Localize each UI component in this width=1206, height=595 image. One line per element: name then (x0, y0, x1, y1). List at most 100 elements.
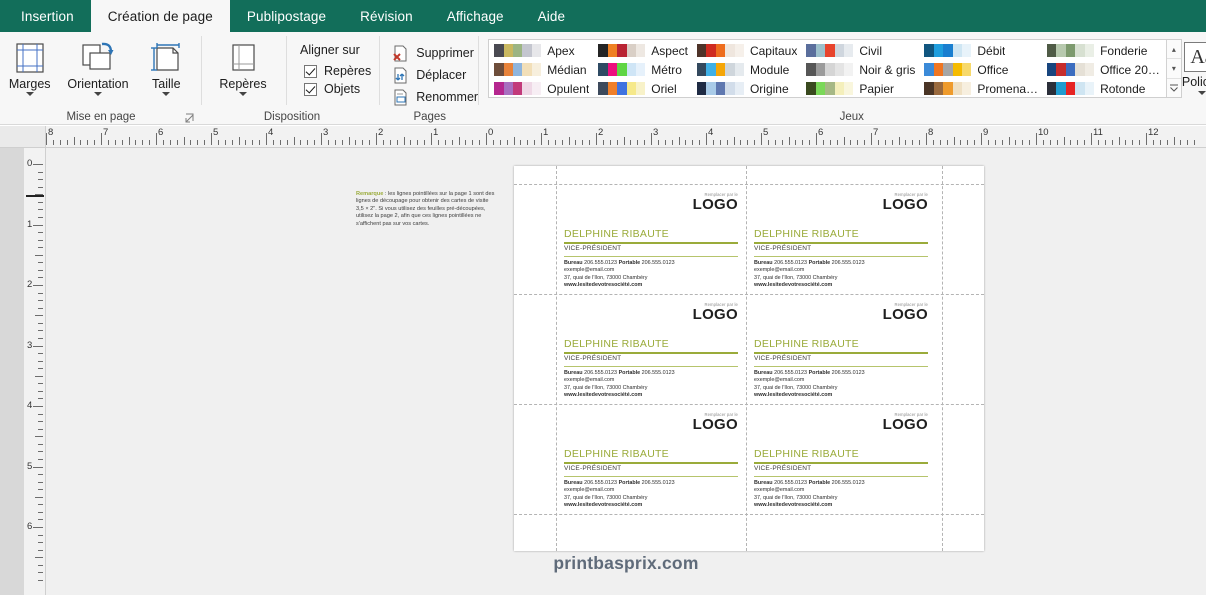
ruler-tick (211, 133, 212, 145)
checkbox-guides-icon[interactable] (304, 64, 317, 78)
fonts-button[interactable]: Aa Polices (1182, 34, 1206, 95)
ruler-minor-tick (38, 300, 43, 302)
logo-placeholder[interactable]: Remplacer par le LOGO (883, 192, 928, 212)
ruler-minor-tick (224, 140, 226, 145)
size-caret-icon[interactable] (162, 92, 171, 96)
theme-item[interactable]: Métro (595, 60, 694, 79)
business-card[interactable]: Remplacer par le LOGO DELPHINE RIBAUTE VICE… (556, 184, 746, 294)
tab-affichage[interactable]: Affichage (430, 0, 521, 32)
theme-item[interactable]: Office 20… (1044, 60, 1166, 79)
ruler-minor-tick (609, 140, 611, 145)
tab-publipostage[interactable]: Publipostage (230, 0, 343, 32)
theme-item[interactable]: Fonderie (1044, 41, 1166, 60)
orientation-caret-icon[interactable] (93, 92, 102, 96)
theme-gallery[interactable]: Apex Médian Opulent Aspect Métro Oriel Capitau… (488, 39, 1182, 98)
ruler-tick (541, 133, 542, 145)
ruler-minor-tick (967, 140, 969, 145)
ruler-minor-tick (38, 201, 43, 203)
guides-caret-icon[interactable] (239, 92, 247, 96)
tab-aide[interactable]: Aide (521, 0, 582, 32)
ruler-minor-tick (38, 428, 43, 430)
business-card[interactable]: Remplacer par le LOGO DELPHINE RIBAUTE VICE… (556, 404, 746, 514)
logo-placeholder[interactable]: Remplacer par le LOGO (883, 412, 928, 432)
ribbon-group-mise-en-page: Marges Orientation Taille Mise en page (0, 32, 202, 124)
ruler-tick (761, 133, 762, 145)
ruler-minor-tick (38, 186, 43, 188)
theme-item[interactable]: Origine (694, 79, 803, 98)
ruler-minor-tick (38, 564, 43, 566)
ribbon-group-disposition: Repères Disposition (202, 32, 320, 124)
theme-item[interactable]: Débit (921, 41, 1044, 60)
theme-item[interactable]: Office (921, 60, 1044, 79)
checkbox-row-guides[interactable]: Repères (304, 64, 371, 78)
theme-item[interactable]: Opulent (491, 79, 595, 98)
ruler-minor-tick (238, 137, 240, 145)
theme-label: Médian (547, 62, 587, 77)
logo-placeholder[interactable]: Remplacer par le LOGO (693, 412, 738, 432)
cut-line-horizontal (514, 514, 984, 515)
margins-caret-icon[interactable] (25, 92, 34, 96)
business-card[interactable]: Remplacer par le LOGO DELPHINE RIBAUTE VICE… (746, 294, 936, 404)
tab-insertion[interactable]: Insertion (4, 0, 91, 32)
logo-placeholder[interactable]: Remplacer par le LOGO (693, 192, 738, 212)
business-card[interactable]: Remplacer par le LOGO DELPHINE RIBAUTE VICE… (746, 184, 936, 294)
theme-item[interactable]: Papier (803, 79, 921, 98)
ruler-minor-tick (217, 140, 219, 145)
gallery-scroll-down-icon[interactable]: ▾ (1166, 59, 1181, 79)
ruler-corner[interactable] (0, 126, 46, 147)
ruler-minor-tick (38, 390, 43, 392)
ruler-minor-tick (527, 140, 529, 145)
ruler-minor-tick (279, 140, 281, 145)
guides-button[interactable]: Repères (207, 37, 279, 96)
theme-item[interactable]: Module (694, 60, 803, 79)
ruler-minor-tick (197, 140, 199, 145)
ruler-tick-label: 3 (323, 127, 329, 138)
dialog-launcher-icon[interactable] (185, 113, 196, 124)
rename-page-button[interactable]: Renommer (391, 86, 478, 108)
logo-placeholder[interactable]: Remplacer par le LOGO (693, 302, 738, 322)
group-title-mise-en-page: Mise en page (0, 109, 202, 124)
logo-text: LOGO (882, 306, 928, 323)
margins-button[interactable]: Marges (0, 37, 60, 96)
horizontal-ruler[interactable]: 8 7 6 5 4 3 2 1 0 1 2 3 4 5 6 7 8 9 10 11 12 (0, 126, 1206, 148)
business-card[interactable]: Remplacer par le LOGO DELPHINE RIBAUTE VICE… (746, 404, 936, 514)
checkbox-objects-icon[interactable] (304, 82, 317, 96)
move-page-button[interactable]: Déplacer (391, 64, 478, 86)
ruler-minor-tick (341, 140, 343, 145)
theme-item[interactable]: Aspect (595, 41, 694, 60)
ruler-tick (33, 466, 43, 468)
tab-revision[interactable]: Révision (343, 0, 430, 32)
vertical-ruler[interactable]: 0 1 2 3 4 5 6 (24, 148, 46, 595)
document-canvas[interactable]: Remarque : les lignes pointillées sur la… (46, 148, 1206, 595)
ruler-minor-tick (1042, 140, 1044, 145)
checkbox-row-objects[interactable]: Objets (304, 82, 371, 96)
orientation-button[interactable]: Orientation (60, 37, 135, 96)
logo-placeholder[interactable]: Remplacer par le LOGO (883, 302, 928, 322)
ruler-tick-label: 2 (378, 127, 384, 138)
publication-page[interactable]: Remplacer par le LOGO DELPHINE RIBAUTE VICE… (514, 166, 984, 551)
card-accent-rule (564, 462, 738, 465)
card-name: DELPHINE RIBAUTE (754, 338, 859, 350)
ruler-minor-tick (836, 140, 838, 145)
business-card[interactable]: Remplacer par le LOGO DELPHINE RIBAUTE VICE… (556, 294, 746, 404)
ruler-tick-label: 5 (763, 127, 769, 138)
theme-item[interactable]: Civil (803, 41, 921, 60)
theme-item[interactable]: Apex (491, 41, 595, 60)
theme-item[interactable]: Capitaux (694, 41, 803, 60)
theme-item[interactable]: Oriel (595, 79, 694, 98)
theme-item[interactable]: Rotonde (1044, 79, 1166, 98)
gallery-scroll-up-icon[interactable]: ▴ (1166, 40, 1181, 60)
theme-item[interactable]: Médian (491, 60, 595, 79)
fonts-caret-icon[interactable] (1198, 91, 1206, 95)
theme-item[interactable]: Promena… (921, 79, 1044, 98)
theme-item[interactable]: Noir & gris (803, 60, 921, 79)
delete-page-button[interactable]: Supprimer (391, 42, 478, 64)
gallery-more-icon[interactable] (1167, 79, 1181, 97)
size-button[interactable]: Taille (136, 37, 197, 96)
card-name: DELPHINE RIBAUTE (564, 448, 669, 460)
ruler-minor-tick (884, 140, 886, 145)
theme-gallery-scrollbar[interactable]: ▴ ▾ (1165, 40, 1181, 97)
ruler-left-gutter (0, 148, 24, 595)
tab-creation-de-page[interactable]: Création de page (90, 0, 230, 32)
ruler-minor-tick (1139, 140, 1141, 145)
